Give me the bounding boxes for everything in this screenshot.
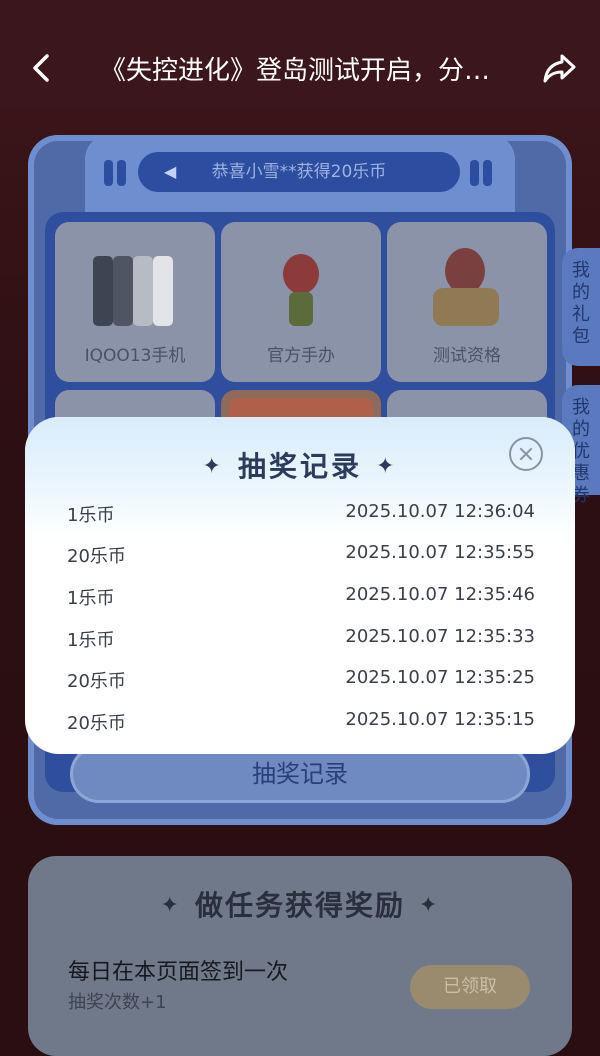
record-time: 2025.10.07 12:35:15: [345, 709, 535, 730]
share-icon[interactable]: [538, 46, 582, 90]
record-amount: 1乐币: [67, 588, 115, 609]
draw-record-modal: ✦ 抽奖记录 ✦ 1乐币 2025.10.07 12:36:04 20乐币 2025…: [25, 417, 575, 754]
record-row: 20乐币 2025.10.07 12:35:55: [67, 542, 535, 572]
record-time: 2025.10.07 12:36:04: [345, 501, 535, 522]
record-time: 2025.10.07 12:35:33: [345, 626, 535, 647]
modal-title: ✦ 抽奖记录 ✦: [25, 445, 575, 485]
record-amount: 20乐币: [67, 713, 126, 734]
close-icon[interactable]: [509, 437, 543, 471]
back-arrow-icon[interactable]: [22, 48, 62, 88]
record-row: 1乐币 2025.10.07 12:36:04: [67, 501, 535, 531]
record-row: 1乐币 2025.10.07 12:35:33: [67, 626, 535, 656]
record-amount: 20乐币: [67, 671, 126, 692]
modal-title-text: 抽奖记录: [237, 450, 362, 483]
page-title: 《失控进化》登岛测试开启，分…: [100, 56, 491, 86]
status-bar: [0, 0, 600, 26]
record-row: 1乐币 2025.10.07 12:35:46: [67, 584, 535, 614]
title-bar: 《失控进化》登岛测试开启，分…: [0, 26, 600, 108]
sparkle-icon: ✦: [202, 454, 224, 479]
record-amount: 1乐币: [67, 505, 115, 526]
record-amount: 1乐币: [67, 630, 115, 651]
sparkle-icon: ✦: [376, 454, 398, 479]
record-time: 2025.10.07 12:35:25: [345, 667, 535, 688]
record-row: 20乐币 2025.10.07 12:35:15: [67, 709, 535, 739]
record-time: 2025.10.07 12:35:55: [345, 542, 535, 563]
record-amount: 20乐币: [67, 546, 126, 567]
record-time: 2025.10.07 12:35:46: [345, 584, 535, 605]
record-row: 20乐币 2025.10.07 12:35:25: [67, 667, 535, 697]
